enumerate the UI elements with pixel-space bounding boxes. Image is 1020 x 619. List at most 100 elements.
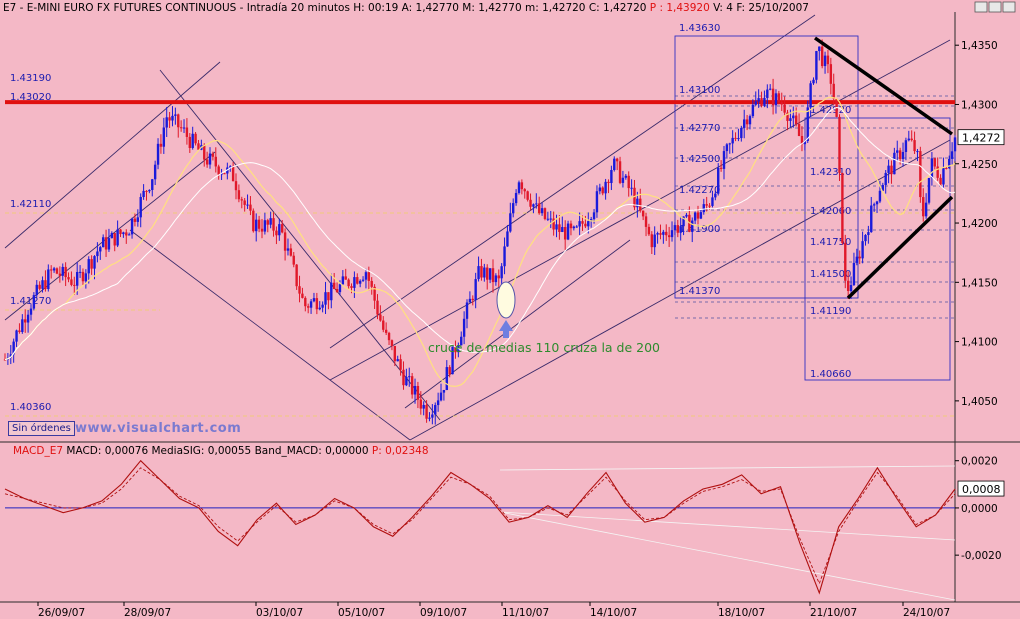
- candle-up-body: [494, 275, 498, 283]
- candle-down-body: [382, 320, 385, 330]
- candle-up-body: [321, 304, 324, 308]
- macd-header: MACD_E7 MACD: 0,00076 MediaSIG: 0,00055 …: [13, 445, 429, 457]
- candle-down-body: [858, 256, 861, 259]
- candle-down-body: [298, 286, 301, 294]
- header-stats: Intradía 20 minutos H: 00:19 A: 1,42770 …: [246, 2, 647, 14]
- candle-up-body: [887, 165, 890, 173]
- restore-icon[interactable]: [988, 1, 1002, 13]
- triangle-upper-side: [813, 36, 954, 136]
- candle-down-body: [55, 268, 59, 274]
- candle-up-body: [872, 204, 876, 206]
- candle-down-body: [179, 127, 183, 129]
- candle-down-body: [281, 224, 284, 233]
- candle-up-body: [338, 284, 342, 293]
- candle-down-body: [289, 248, 293, 256]
- macd-series-line: [4, 459, 956, 595]
- level-label-box1: 1.43100: [679, 85, 720, 96]
- candle-up-body: [670, 230, 674, 238]
- last-price-readout: 1,4272: [962, 132, 1001, 145]
- candle-up-body: [75, 272, 79, 286]
- candle-down-body: [292, 255, 295, 265]
- time-tick-label: 05/10/07: [338, 607, 385, 619]
- candle-down-body: [81, 271, 85, 282]
- candle-up-body: [575, 226, 578, 228]
- candle-down-body: [526, 191, 529, 200]
- close-icon[interactable]: [1002, 1, 1016, 13]
- candle-up-body: [324, 292, 327, 305]
- watermark: www.visualchart.com: [75, 421, 242, 436]
- candle-down-body: [177, 114, 180, 128]
- level-label-box2: 1.41190: [810, 306, 851, 317]
- candle-down-body: [335, 288, 339, 293]
- candle-up-body: [849, 285, 853, 291]
- candle-down-body: [448, 367, 451, 375]
- candle-down-body: [644, 216, 648, 227]
- candle-up-body: [930, 158, 934, 179]
- candle-up-body: [330, 282, 333, 301]
- price-tick-label: 1,4150: [961, 277, 998, 289]
- candle-up-body: [549, 218, 552, 220]
- candle-up-body: [751, 104, 755, 117]
- candle-down-body: [777, 93, 781, 103]
- candle-down-body: [58, 273, 62, 276]
- candle-up-body: [107, 238, 111, 250]
- candle-down-body: [350, 286, 353, 288]
- candle-up-body: [509, 213, 512, 232]
- candle-down-body: [719, 167, 723, 169]
- candle-up-body: [436, 400, 440, 406]
- candle-down-body: [936, 166, 939, 178]
- candle-up-body: [116, 229, 119, 246]
- candle-up-body: [595, 191, 599, 213]
- candle-down-body: [497, 275, 500, 279]
- candle-down-body: [846, 280, 850, 291]
- candle-up-body: [924, 202, 928, 217]
- price-tick-label: 1,4200: [961, 218, 998, 230]
- candle-down-body: [367, 272, 371, 281]
- candle-up-body: [884, 172, 887, 186]
- candle-down-body: [304, 297, 307, 307]
- candle-up-body: [711, 197, 714, 206]
- candle-up-body: [774, 93, 778, 106]
- candle-down-body: [771, 88, 775, 106]
- candle-down-body: [295, 264, 298, 287]
- candle-up-body: [474, 279, 477, 301]
- candle-up-body: [904, 140, 908, 152]
- candle-up-body: [566, 223, 570, 240]
- candle-up-body: [861, 241, 864, 259]
- candle-down-body: [633, 187, 636, 208]
- restore-icon-box: [988, 1, 1002, 13]
- candle-up-body: [555, 224, 558, 230]
- candle-up-body: [737, 138, 740, 140]
- candle-down-body: [315, 298, 319, 310]
- candle-down-body: [829, 64, 833, 84]
- macd-stats: MACD: 0,00076 MediaSIG: 0,00055 Band_MAC…: [66, 445, 369, 457]
- candle-up-body: [174, 114, 177, 116]
- candle-up-body: [613, 158, 616, 171]
- candle-down-body: [826, 55, 830, 65]
- candle-down-body: [327, 292, 330, 301]
- orders-badge[interactable]: Sin órdenes: [8, 421, 75, 436]
- candle-up-body: [572, 226, 576, 229]
- candle-up-body: [263, 220, 267, 232]
- candle-down-body: [945, 167, 948, 169]
- candle-down-body: [569, 223, 573, 229]
- candle-up-body: [278, 224, 281, 236]
- candle-up-body: [818, 46, 821, 52]
- candle-down-body: [125, 232, 128, 236]
- candle-up-body: [792, 115, 795, 119]
- candle-up-body: [96, 251, 99, 257]
- candle-up-body: [127, 234, 131, 236]
- candle-down-body: [283, 232, 287, 251]
- header-name: E-MINI EURO FX FUTURES CONTINUOUS: [26, 2, 237, 14]
- candle-down-body: [44, 280, 47, 290]
- candle-down-body: [376, 300, 379, 315]
- candle-up-body: [413, 385, 417, 395]
- candle-up-body: [32, 295, 36, 309]
- candle-up-body: [806, 107, 809, 141]
- candle-up-body: [26, 314, 30, 323]
- candle-down-body: [647, 226, 651, 235]
- price-tick-label: 1,4300: [961, 99, 998, 111]
- minimize-icon[interactable]: [974, 1, 988, 13]
- candle-up-body: [84, 273, 88, 282]
- time-tick-label: 11/10/07: [502, 607, 549, 619]
